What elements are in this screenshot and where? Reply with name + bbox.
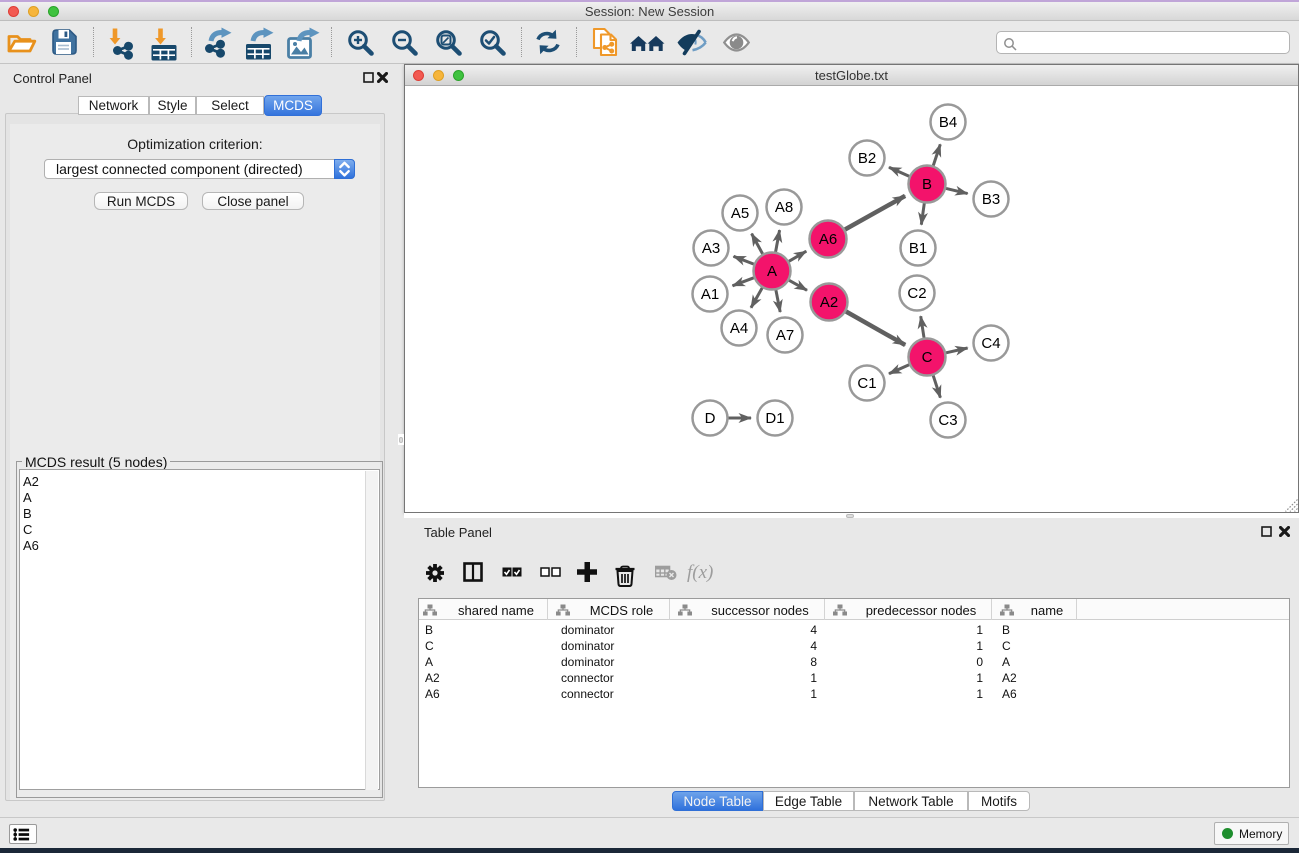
svg-text:B3: B3 — [982, 191, 1000, 208]
svg-text:C2: C2 — [907, 285, 926, 302]
svg-text:A1: A1 — [701, 286, 719, 303]
svg-text:f(x): f(x) — [687, 562, 713, 583]
svg-text:A5: A5 — [731, 205, 749, 222]
svg-text:C: C — [922, 349, 933, 366]
svg-text:D1: D1 — [765, 410, 784, 427]
svg-text:A8: A8 — [775, 199, 793, 216]
svg-text:B1: B1 — [909, 240, 927, 257]
svg-text:B: B — [922, 176, 932, 193]
svg-text:B4: B4 — [939, 114, 957, 131]
svg-text:A4: A4 — [730, 320, 748, 337]
svg-text:D: D — [705, 410, 716, 427]
svg-text:C3: C3 — [938, 412, 957, 429]
svg-text:C1: C1 — [857, 375, 876, 392]
svg-text:A3: A3 — [702, 240, 720, 257]
svg-text:C4: C4 — [981, 335, 1000, 352]
svg-text:A2: A2 — [820, 294, 838, 311]
svg-text:A6: A6 — [819, 231, 837, 248]
svg-text:A7: A7 — [776, 327, 794, 344]
svg-text:A: A — [767, 263, 777, 280]
svg-text:B2: B2 — [858, 150, 876, 167]
